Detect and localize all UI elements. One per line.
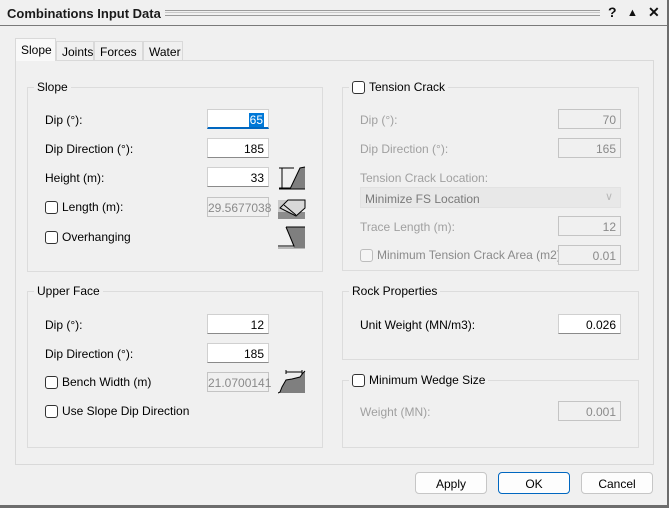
tab-slope[interactable]: Slope [15,38,56,61]
bench-width-checkbox-box[interactable] [45,375,58,389]
slope-dip-value: 65 [248,113,264,127]
min-tension-crack-area-input[interactable]: 0.01 [558,245,621,265]
drag-grip[interactable] [165,10,600,16]
tension-crack-location-value: Minimize FS Location [365,192,480,206]
bench-width-input[interactable]: 21.0700141 [207,372,271,392]
tab-joints[interactable]: Joints [56,41,94,60]
slope-dip-direction-label: Dip Direction (°): [45,142,134,156]
slope-length-icon [278,199,306,219]
use-slope-dip-direction-checkbox[interactable]: Use Slope Dip Direction [45,404,189,418]
slope-height-icon [279,166,306,190]
slope-length-checkbox-box[interactable] [45,200,58,214]
overhanging-label: Overhanging [62,230,131,244]
slope-dip-label: Dip (°): [45,113,83,127]
minimum-wedge-size-legend[interactable]: Minimum Wedge Size [349,373,489,387]
upper-face-dip-direction-label: Dip Direction (°): [45,347,134,361]
dialog-title: Combinations Input Data [7,6,161,21]
use-slope-dip-direction-label: Use Slope Dip Direction [62,404,190,418]
bench-width-label: Bench Width (m) [62,375,152,389]
tab-water[interactable]: Water [143,41,183,60]
overhanging-icon [278,226,305,249]
title-bar[interactable]: Combinations Input Data ? ▲ ✕ [0,0,667,26]
min-tension-crack-area-checkbox-box[interactable] [360,248,373,262]
trace-length-input[interactable]: 12 [558,216,621,236]
wedge-weight-label: Weight (MN): [360,405,431,419]
tension-crack-location-label: Tension Crack Location: [360,171,489,185]
overhanging-checkbox-box[interactable] [45,230,58,244]
minimum-wedge-size-label: Minimum Wedge Size [369,373,486,387]
upper-face-dip-direction-input[interactable]: 185 [207,343,269,363]
tension-crack-legend[interactable]: Tension Crack [349,80,449,94]
use-slope-dip-direction-checkbox-box[interactable] [45,404,58,418]
slope-length-input[interactable]: 29.5677038 [207,197,271,217]
rock-properties-label: Rock Properties [349,284,441,298]
overhanging-checkbox[interactable]: Overhanging [45,230,131,244]
slope-group-label: Slope [34,80,71,94]
minimum-wedge-size-checkbox[interactable] [352,373,365,387]
chevron-down-icon: ∨ [604,191,613,203]
cancel-button[interactable]: Cancel [581,472,653,494]
bench-width-icon [278,370,306,394]
slope-height-label: Height (m): [45,171,105,185]
tension-crack-checkbox[interactable] [352,80,365,94]
tension-crack-dip-input[interactable]: 70 [558,109,621,129]
tension-crack-label: Tension Crack [369,80,446,94]
slope-length-label: Length (m): [62,200,124,214]
tension-crack-location-dropdown[interactable]: Minimize FS Location ∨ [360,187,621,208]
upper-face-dip-input[interactable]: 12 [207,314,269,334]
bench-width-checkbox[interactable]: Bench Width (m) [45,375,151,389]
tension-crack-dip-direction-input[interactable]: 165 [558,138,621,158]
slope-dip-input[interactable]: 65 [207,109,269,129]
close-icon[interactable]: ✕ [648,4,660,21]
trace-length-label: Trace Length (m): [360,220,455,234]
slope-dip-direction-input[interactable]: 185 [207,138,269,158]
tension-crack-dip-direction-label: Dip Direction (°): [360,142,449,156]
min-tension-crack-area-label: Minimum Tension Crack Area (m2): [377,248,565,262]
ok-button[interactable]: OK [498,472,570,494]
apply-button[interactable]: Apply [415,472,487,494]
tension-crack-dip-label: Dip (°): [360,113,398,127]
unit-weight-label: Unit Weight (MN/m3): [360,318,476,332]
upper-face-dip-label: Dip (°): [45,318,83,332]
upper-face-group-label: Upper Face [34,284,103,298]
collapse-icon[interactable]: ▲ [627,7,638,19]
tab-forces[interactable]: Forces [94,41,143,60]
unit-weight-input[interactable]: 0.026 [558,314,621,334]
wedge-weight-input[interactable]: 0.001 [558,401,621,421]
combinations-input-dialog: Combinations Input Data ? ▲ ✕ Slope Join… [0,0,669,508]
help-icon[interactable]: ? [608,4,617,20]
slope-height-input[interactable]: 33 [207,167,269,187]
min-tension-crack-area-checkbox[interactable]: Minimum Tension Crack Area (m2): [360,248,564,262]
slope-length-checkbox[interactable]: Length (m): [45,200,123,214]
